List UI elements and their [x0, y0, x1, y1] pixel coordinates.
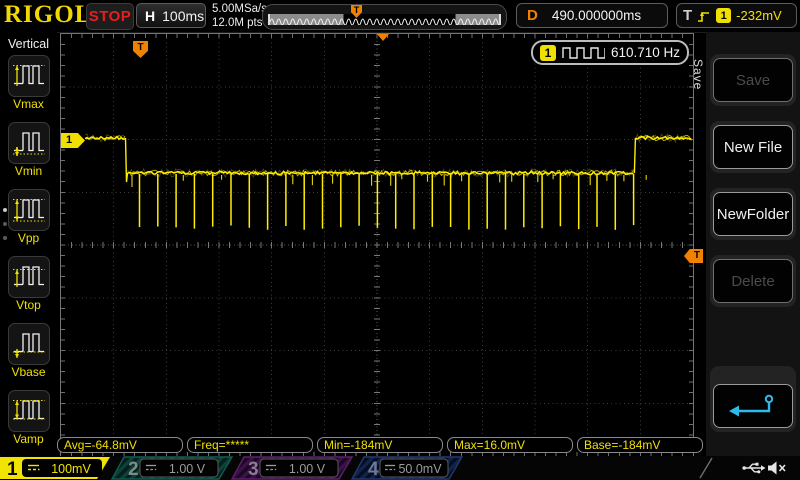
trigger-label: T	[683, 7, 692, 24]
menu-item-label: Vtop	[0, 298, 57, 312]
delete-button-well: Delete	[710, 255, 796, 307]
channel-3-flag[interactable]: 3 1.00 V	[232, 457, 352, 480]
menu-item-vmin[interactable]: Vmin	[0, 122, 57, 178]
channel-flags: 1 100mV 2 1.00 V	[0, 456, 800, 480]
usb-icon	[742, 463, 765, 474]
menu-item-vmax[interactable]: Vmax	[0, 55, 57, 111]
top-status-bar: RIGOL STOP H 100ms 5.00MSa/s 12.0M pts T…	[0, 0, 800, 33]
vamp-icon	[12, 396, 46, 426]
horizontal-label: H	[145, 8, 155, 24]
counter-frequency-value: 610.710 Hz	[611, 45, 680, 60]
left-menu-title: Vertical	[0, 32, 57, 55]
right-menu-tab-title: Save	[691, 40, 705, 110]
memory-waveform-strip	[268, 14, 501, 25]
status-separator	[700, 458, 712, 478]
measurement-base[interactable]: Base=-184mV	[577, 437, 703, 453]
channel-2-flag[interactable]: 2 1.00 V	[112, 457, 232, 480]
vtop-icon	[12, 262, 46, 292]
square-wave-icon	[562, 45, 605, 60]
horizontal-center-marker-icon	[377, 34, 389, 41]
memory-position-bar[interactable]: T	[262, 4, 507, 30]
menu-item-label: Vmin	[0, 164, 57, 178]
channel-3-scale: 1.00 V	[289, 462, 326, 476]
measurement-avg[interactable]: Avg=-64.8mV	[57, 437, 183, 453]
run-state-button[interactable]: STOP	[86, 3, 134, 30]
back-button-well	[710, 366, 796, 432]
ch1-waveform	[61, 34, 693, 456]
channel-1-flag[interactable]: 1 100mV	[0, 457, 110, 480]
menu-item-vtop[interactable]: Vtop	[0, 256, 57, 312]
vbase-icon	[12, 329, 46, 359]
menu-item-vbase[interactable]: Vbase	[0, 323, 57, 379]
memory-waveform-squiggle	[270, 14, 499, 25]
new-file-button[interactable]: New File	[713, 125, 793, 169]
channel-1-number: 1	[7, 459, 18, 480]
frequency-counter-badge: 1 610.710 Hz	[531, 40, 689, 65]
menu-item-vamp[interactable]: Vamp	[0, 390, 57, 446]
timebase-value: 100ms	[162, 8, 204, 24]
oscilloscope-screen: RIGOL STOP H 100ms 5.00MSa/s 12.0M pts T…	[0, 0, 800, 480]
speaker-muted-icon	[768, 462, 785, 475]
channel-4-number: 4	[368, 459, 379, 480]
measurement-max[interactable]: Max=16.0mV	[447, 437, 573, 453]
vmin-icon	[12, 128, 46, 158]
channel-status-bar: 1 100mV 2 1.00 V	[0, 456, 800, 480]
trigger-source-badge: 1	[716, 8, 731, 23]
channel-4-scale: 50.0mV	[398, 462, 442, 476]
menu-item-vpp[interactable]: Vpp	[0, 189, 57, 245]
left-measure-menu: Vertical Vmax Vmin Vpp Vtop Vbase Vamp	[0, 32, 57, 456]
trigger-level-value: -232mV	[736, 8, 782, 23]
menu-item-label: Vamp	[0, 432, 57, 446]
memory-depth: 12.0M pts	[212, 16, 267, 30]
delay-label: D	[527, 7, 538, 24]
counter-channel-badge: 1	[540, 45, 556, 61]
rigol-logo: RIGOL	[4, 1, 92, 29]
new-folder-button[interactable]: NewFolder	[713, 192, 793, 236]
return-arrow-icon	[725, 393, 781, 419]
measurement-min[interactable]: Min=-184mV	[317, 437, 443, 453]
menu-item-label: Vpp	[0, 231, 57, 245]
trigger-box[interactable]: T 1 -232mV	[676, 3, 797, 28]
delete-button[interactable]: Delete	[713, 259, 793, 303]
menu-item-label: Vmax	[0, 97, 57, 111]
new-folder-button-well: NewFolder	[710, 188, 796, 240]
measurement-freq[interactable]: Freq=*****	[187, 437, 313, 453]
back-button[interactable]	[713, 384, 793, 428]
horizontal-timebase-box[interactable]: H 100ms	[136, 3, 206, 28]
vmax-icon	[12, 61, 46, 91]
channel-2-number: 2	[128, 459, 139, 480]
save-button[interactable]: Save	[713, 58, 793, 102]
right-soft-menu: Save New File NewFolder Delete	[706, 32, 800, 456]
channel-1-scale: 100mV	[51, 462, 91, 476]
channel-3-number: 3	[248, 459, 259, 480]
menu-page-indicator	[3, 208, 7, 240]
vpp-icon	[12, 195, 46, 225]
channel-2-scale: 1.00 V	[169, 462, 206, 476]
waveform-display-area	[60, 33, 694, 457]
new-file-button-well: New File	[710, 121, 796, 173]
save-button-well: Save	[710, 54, 796, 106]
rising-edge-icon	[697, 8, 711, 24]
sample-rate: 5.00MSa/s	[212, 2, 267, 16]
delay-box[interactable]: D 490.000000ms	[516, 3, 668, 28]
channel-4-flag[interactable]: 4 50.0mV	[352, 457, 462, 480]
menu-item-label: Vbase	[0, 365, 57, 379]
delay-value: 490.000000ms	[552, 8, 641, 23]
acquisition-info: 5.00MSa/s 12.0M pts	[212, 2, 267, 30]
